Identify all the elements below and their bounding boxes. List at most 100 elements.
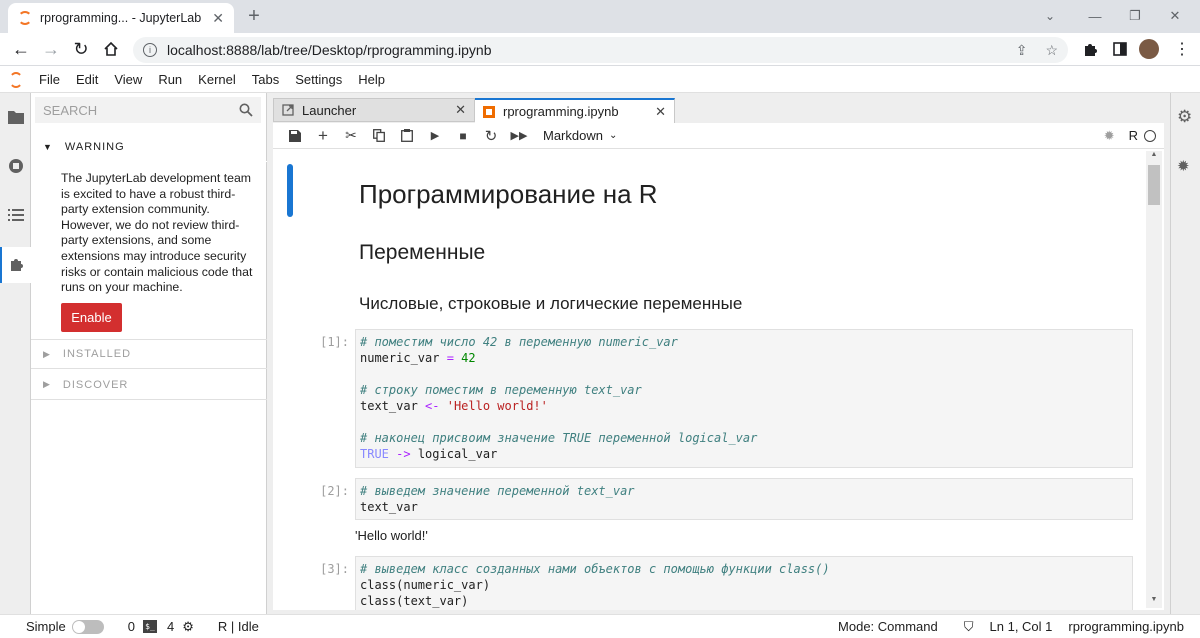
code-cell[interactable]: # выведем класс созданных нами объектов … (355, 556, 1133, 610)
bookmark-star-icon[interactable]: ☆ (1045, 42, 1058, 59)
insert-cell-button[interactable]: + (309, 124, 337, 148)
tab-notebook[interactable]: rprogramming.ipynb ✕ (475, 98, 675, 123)
extension-manager-panel: SEARCH ▼ WARNING The JupyterLab developm… (31, 93, 267, 614)
extensions-puzzle-icon[interactable] (1080, 39, 1100, 59)
menu-view[interactable]: View (106, 72, 150, 87)
debugger-icon[interactable]: ✹ (1104, 128, 1115, 144)
run-button[interactable]: ▶ (421, 124, 449, 148)
cell-type-value: Markdown (543, 128, 603, 143)
browser-menu-icon[interactable]: ⋮ (1172, 39, 1192, 59)
code-line: # выведем значение переменной text_var (360, 483, 1128, 499)
close-icon[interactable]: ✕ (655, 104, 666, 120)
notebook-content[interactable]: Программирование на R Переменные Числовы… (273, 149, 1164, 610)
current-filename: rprogramming.ipynb (1068, 619, 1184, 634)
extension-search-input[interactable]: SEARCH (35, 97, 261, 123)
jupyter-favicon-icon (18, 11, 32, 25)
code-token: 42 (461, 351, 476, 365)
cursor-position[interactable]: Ln 1, Col 1 (990, 619, 1053, 634)
kernel-name[interactable]: R (1129, 128, 1138, 143)
enable-button[interactable]: Enable (61, 303, 122, 332)
paste-button[interactable] (393, 124, 421, 148)
menu-run[interactable]: Run (150, 72, 190, 87)
profile-avatar[interactable] (1139, 39, 1159, 59)
active-cell-indicator (287, 164, 293, 217)
menu-help[interactable]: Help (350, 72, 393, 87)
restart-button[interactable]: ↻ (477, 124, 505, 148)
debugger-bug-icon[interactable]: ✹ (1177, 157, 1190, 175)
terminals-count[interactable]: 0 (128, 619, 135, 634)
code-token: # выведем значение переменной text_var (360, 484, 635, 498)
copy-button[interactable] (365, 124, 393, 148)
code-cell[interactable]: # поместим число 42 в переменную numeric… (355, 329, 1133, 468)
copy-icon (373, 129, 385, 142)
kernel-chip-icon: ⚙ (182, 618, 194, 634)
stop-circle-icon (8, 159, 23, 173)
save-button[interactable] (281, 124, 309, 148)
save-icon (289, 129, 301, 142)
close-icon[interactable]: ✕ (455, 102, 466, 118)
new-tab-icon[interactable]: + (244, 5, 264, 27)
restore-icon[interactable]: ❐ (1125, 6, 1145, 26)
close-tab-icon[interactable]: ✕ (212, 10, 224, 27)
cut-button[interactable]: ✂ (337, 124, 365, 148)
minimize-icon[interactable]: — (1085, 6, 1105, 26)
warning-text: The JupyterLab development team is excit… (61, 171, 253, 295)
code-line: text_var (360, 499, 1128, 515)
home-icon[interactable] (100, 38, 122, 60)
caret-down-icon: ▼ (43, 141, 53, 152)
share-icon[interactable]: ⇪ (1016, 42, 1028, 59)
file-browser-tab[interactable] (0, 99, 31, 135)
reload-icon[interactable]: ↻ (70, 38, 92, 60)
interrupt-button[interactable]: ■ (449, 124, 477, 148)
cell-output: 'Hello world!' (355, 528, 428, 543)
menu-file[interactable]: File (31, 72, 68, 87)
heading-1: Программирование на R (359, 179, 658, 209)
code-token: # выведем класс созданных нами объектов … (360, 562, 830, 576)
kernel-status[interactable]: R | Idle (218, 619, 259, 634)
notebook-scrollbar[interactable]: ▲ ▼ (1146, 151, 1162, 608)
code-token: # наконец присвоим значение TRUE перемен… (360, 431, 758, 445)
scroll-down-icon[interactable]: ▼ (1146, 596, 1162, 608)
menu-tabs[interactable]: Tabs (244, 72, 287, 87)
scroll-up-icon[interactable]: ▲ (1146, 151, 1162, 163)
code-cell[interactable]: # выведем значение переменной text_var te… (355, 478, 1133, 520)
back-icon[interactable]: ← (10, 38, 32, 60)
browser-tab-title: rprogramming... - JupyterLab (40, 11, 202, 25)
tab-launcher[interactable]: Launcher ✕ (273, 98, 475, 122)
code-token: class(text_var) (360, 594, 469, 608)
installed-label: INSTALLED (62, 348, 132, 360)
code-line: text_var <- 'Hello world!' (360, 398, 1128, 414)
code-line: # поместим число 42 в переменную numeric… (360, 334, 1128, 350)
toc-tab[interactable] (0, 197, 31, 233)
warning-section-header[interactable]: ▼ WARNING (31, 132, 267, 162)
puzzle-icon (11, 259, 23, 271)
status-bar: Simple 0 $_ 4 ⚙ R | Idle Mode: Command ⛉… (0, 614, 1200, 638)
forward-icon[interactable]: → (40, 38, 62, 60)
side-panel-icon[interactable] (1110, 39, 1130, 59)
kernels-count[interactable]: 4 (167, 619, 174, 634)
notebook-mode: Mode: Command (838, 619, 938, 634)
browser-tab[interactable]: rprogramming... - JupyterLab ✕ (8, 3, 234, 33)
chevron-down-icon[interactable]: ⌄ (1040, 6, 1060, 26)
discover-section-header[interactable]: ▶ DISCOVER (31, 370, 267, 400)
cell-prompt: [3]: (320, 562, 349, 576)
menu-kernel[interactable]: Kernel (190, 72, 244, 87)
close-window-icon[interactable]: ✕ (1165, 6, 1185, 26)
property-inspector-gear-icon[interactable]: ⚙ (1177, 107, 1192, 127)
extension-manager-tab[interactable] (0, 247, 32, 283)
menu-edit[interactable]: Edit (68, 72, 106, 87)
scrollbar-thumb[interactable] (1148, 165, 1160, 205)
notebook-icon (483, 105, 495, 118)
menu-settings[interactable]: Settings (287, 72, 350, 87)
installed-section-header[interactable]: ▶ INSTALLED (31, 339, 267, 369)
notebook-toolbar: + ✂ ▶ ■ ↻ ▶▶ Markdown ⌄ ✹ R (273, 123, 1164, 149)
restart-run-all-button[interactable]: ▶▶ (505, 124, 533, 148)
info-icon[interactable]: i (143, 43, 157, 57)
cell-type-dropdown[interactable]: Markdown ⌄ (543, 128, 617, 143)
address-bar[interactable]: i localhost:8888/lab/tree/Desktop/rprogr… (133, 37, 1068, 63)
simple-mode-toggle[interactable] (71, 619, 104, 634)
running-tab[interactable] (0, 148, 31, 184)
chevron-down-icon: ⌄ (608, 130, 618, 141)
trusted-shield-icon: ⛉ (963, 618, 974, 634)
list-icon (7, 209, 24, 221)
